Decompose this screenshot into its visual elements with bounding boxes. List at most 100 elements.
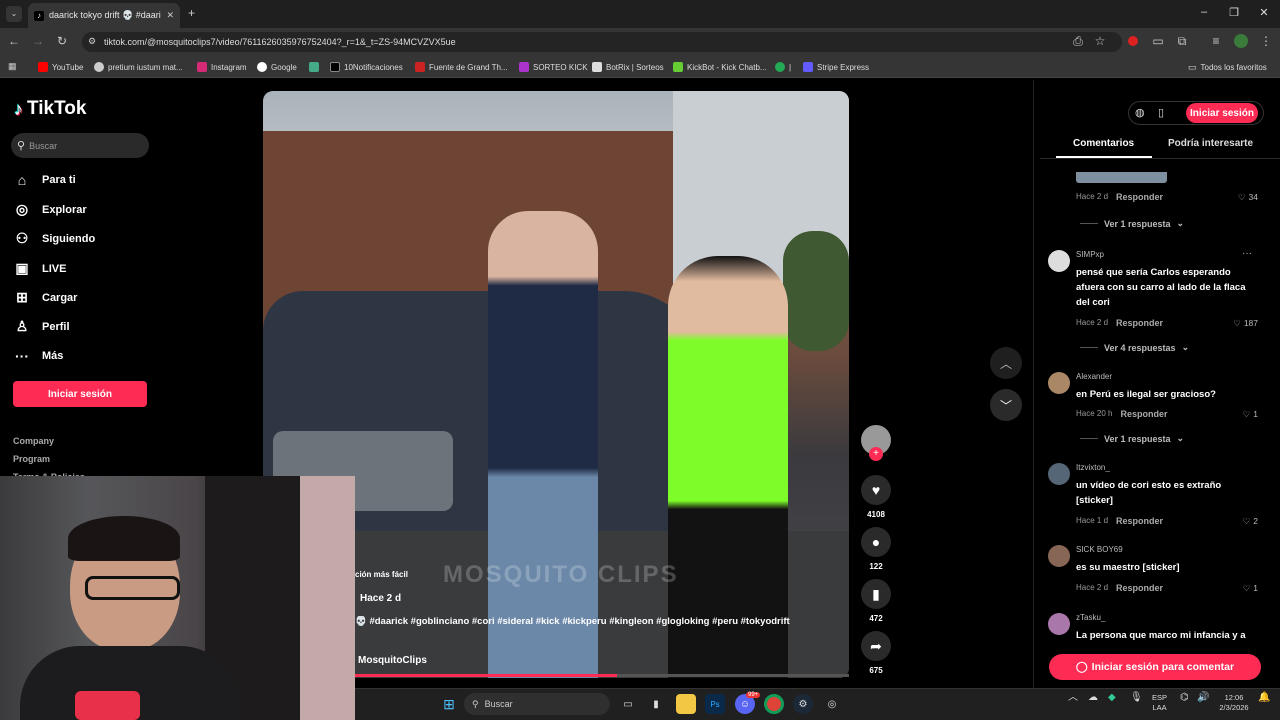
like-button[interactable]: ♥ 4108 (860, 475, 892, 519)
tab-list-icon[interactable]: ⌄ (6, 6, 22, 22)
nav-perfil[interactable]: ♙ Perfil (14, 318, 70, 335)
tray-mic-icon[interactable]: 🎙 (1130, 693, 1143, 703)
next-video-button[interactable]: ﹀ (990, 389, 1022, 421)
tiktok-logo[interactable]: ♪ TikTok (14, 98, 86, 120)
reply-button[interactable]: Responder (1116, 516, 1163, 526)
bookmark-pretium[interactable]: pretium iustum mat... (94, 59, 183, 75)
extensions-puzzle-icon[interactable]: ⧉ (1174, 34, 1190, 49)
bookmark-youtube[interactable]: YouTube (38, 59, 83, 75)
steam-icon[interactable]: ⚙ (793, 694, 813, 714)
language-indicator[interactable]: ESP LAA (1152, 693, 1167, 713)
author-avatar[interactable]: + (860, 425, 892, 461)
reload-icon[interactable]: ↻ (54, 34, 70, 48)
task-view-icon[interactable]: ▭ (618, 694, 638, 714)
restore-icon[interactable]: ❐ (1226, 6, 1242, 19)
close-tab-icon[interactable]: ✕ (166, 10, 174, 21)
notification-icon[interactable]: 🔔 (1258, 693, 1270, 703)
share-button[interactable]: ➦ 675 (860, 631, 892, 675)
reply-button[interactable]: Responder (1116, 192, 1163, 202)
save-button[interactable]: ▮ 472 (860, 579, 892, 623)
bookmark-kickbot[interactable]: KickBot - Kick Chatb... (673, 59, 767, 75)
video-author[interactable]: MosquitoClips (358, 655, 427, 666)
browser-tab[interactable]: ♪ daarick tokyo drift 💀 #daarick ✕ (28, 3, 180, 28)
avatar[interactable] (1048, 463, 1070, 485)
view-replies[interactable]: Ver 1 respuesta ⌄ (1080, 433, 1184, 444)
reply-button[interactable]: Responder (1116, 318, 1163, 328)
taskbar-search[interactable]: ⚲ Buscar (464, 693, 610, 715)
bookmark-instagram[interactable]: Instagram (197, 59, 247, 75)
bookmark-gta[interactable]: Fuente de Grand Th... (415, 59, 508, 75)
tray-shield-icon[interactable]: ◆ (1108, 693, 1116, 703)
reply-button[interactable]: Responder (1120, 409, 1167, 419)
comment-like[interactable]: ♡ 1 (1243, 583, 1258, 594)
footer-company[interactable]: Company (13, 436, 54, 446)
avatar[interactable] (1048, 613, 1070, 635)
avatar[interactable] (1048, 250, 1070, 272)
address-bar[interactable]: tiktok.com/@mosquitoclips7/video/7611626… (82, 32, 1122, 52)
video-hashtags[interactable]: 💀 #daarick #goblinciano #cori #sideral #… (355, 616, 845, 627)
footer-program[interactable]: Program (13, 454, 50, 464)
video-progress-bar[interactable] (355, 674, 849, 677)
reply-button[interactable]: Responder (1116, 583, 1163, 593)
comment-like[interactable]: ♡ 187 (1233, 318, 1258, 329)
photoshop-icon[interactable]: Ps (705, 694, 725, 714)
nav-live[interactable]: ▣ LIVE (14, 260, 66, 277)
nav-mas[interactable]: ··· Más (14, 348, 63, 364)
profile-avatar[interactable] (1234, 34, 1248, 48)
app-icon[interactable]: ◎ (822, 694, 842, 714)
file-explorer-icon[interactable] (676, 694, 696, 714)
tab-podria-interesarte[interactable]: Podría interesarte (1168, 138, 1253, 149)
tray-cloud-icon[interactable]: ☁ (1088, 693, 1098, 703)
comment-username[interactable]: SIMPxp (1076, 250, 1104, 259)
clock[interactable]: 12:06 2/3/2026 (1214, 693, 1254, 713)
all-bookmarks[interactable]: ▭ Todos los favoritos (1188, 59, 1267, 75)
follow-plus-icon[interactable]: + (869, 447, 883, 461)
bookmark-star-icon[interactable]: ☆ (1092, 34, 1108, 48)
new-tab-icon[interactable]: + (188, 6, 195, 20)
bookmark-sorteo-kick[interactable]: SORTEO KICK (519, 59, 588, 75)
comment-button[interactable]: ● 122 (860, 527, 892, 571)
more-options-icon[interactable]: ··· (1242, 248, 1252, 259)
extension-icon[interactable]: ▭ (1150, 34, 1166, 48)
bookmark-stripe[interactable]: Stripe Express (803, 59, 869, 75)
view-replies[interactable]: Ver 4 respuestas ⌄ (1080, 342, 1189, 353)
minimize-icon[interactable]: – (1196, 6, 1212, 18)
avatar[interactable] (1048, 372, 1070, 394)
avatar[interactable] (1048, 545, 1070, 567)
extension-icon[interactable] (1128, 36, 1138, 46)
forward-icon[interactable]: → (30, 34, 46, 48)
nav-cargar[interactable]: ⊞ Cargar (14, 289, 77, 306)
tray-volume-icon[interactable]: 🔊 (1197, 693, 1209, 703)
bookmark-extension[interactable] (309, 59, 319, 75)
close-window-icon[interactable]: ✕ (1256, 6, 1272, 19)
media-icon[interactable]: ≡ (1208, 34, 1224, 48)
comment-login-button[interactable]: ◯ Iniciar sesión para comentar (1049, 654, 1261, 680)
panel-login-button[interactable]: Iniciar sesión (1186, 103, 1258, 123)
apps-grid-icon[interactable]: ▦ (8, 61, 17, 72)
comment-username[interactable]: zTasku_ (1076, 613, 1105, 622)
chrome-icon[interactable] (764, 694, 784, 714)
coin-icon[interactable]: ◍ (1135, 106, 1145, 119)
nav-para-ti[interactable]: ⌂ Para ti (14, 172, 76, 188)
comment-username[interactable]: SICK BOY69 (1076, 545, 1123, 554)
bookmark-botrix[interactable]: BotRix | Sorteos (592, 59, 664, 75)
device-icon[interactable]: ▯ (1158, 106, 1164, 119)
login-button[interactable]: Iniciar sesión (13, 381, 147, 407)
tab-comentarios[interactable]: Comentarios (1073, 138, 1134, 149)
nav-siguiendo[interactable]: ⚇ Siguiendo (14, 230, 95, 247)
tray-overflow-icon[interactable]: ︿ (1068, 693, 1078, 703)
menu-dots-icon[interactable]: ⋮ (1258, 34, 1274, 48)
comment-like[interactable]: ♡ 34 (1238, 192, 1258, 203)
tray-network-icon[interactable]: ⌬ (1180, 693, 1189, 703)
bookmark-x[interactable]: 10Notificaciones (330, 59, 403, 75)
comment-like[interactable]: ♡ 2 (1243, 516, 1258, 527)
install-icon[interactable]: ⎙ (1070, 34, 1086, 49)
view-replies[interactable]: Ver 1 respuesta ⌄ (1080, 218, 1184, 229)
bookmark-whatsapp[interactable]: | (775, 59, 791, 75)
app-icon[interactable]: ▮ (646, 694, 666, 714)
windows-start-icon[interactable]: ⊞ (439, 694, 459, 714)
nav-explorar[interactable]: ◎ Explorar (14, 201, 87, 218)
bookmark-google[interactable]: Google (257, 59, 297, 75)
previous-video-button[interactable]: ︿ (990, 347, 1022, 379)
comment-username[interactable]: Itzvixton_ (1076, 463, 1110, 472)
